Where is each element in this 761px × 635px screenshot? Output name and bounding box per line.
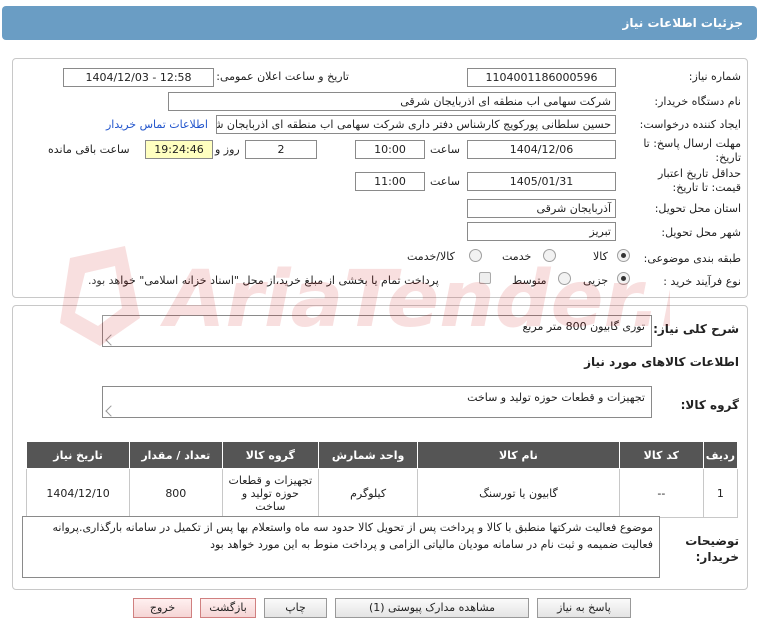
col-row: ردیف xyxy=(702,441,739,469)
summary-label: شرح کلی نیاز: xyxy=(653,322,739,336)
goods-group-label: گروه کالا: xyxy=(680,398,739,412)
table-row[interactable]: 1 -- گابیون یا تورسنگ کیلوگرم تجهیزات و … xyxy=(25,468,739,518)
treasury-payment-checkbox[interactable] xyxy=(479,272,491,284)
col-name: نام کالا xyxy=(417,441,620,469)
days-label: روز و xyxy=(215,143,240,156)
announce-field[interactable]: 1404/12/03 - 12:58 xyxy=(63,68,214,87)
page-title: جزئیات اطلاعات نیاز xyxy=(622,16,743,30)
goods-group-textarea[interactable]: تجهیزات و قطعات حوزه تولید و ساخت xyxy=(102,386,652,418)
validity-label: حداقل تاریخ اعتبار قیمت: تا تاریخ: xyxy=(658,167,741,195)
cell-group: تجهیزات و قطعات حوزه تولید و ساخت xyxy=(221,468,320,518)
need-number-field[interactable]: 1104001186000596 xyxy=(467,68,616,87)
announce-label: تاریخ و ساعت اعلان عمومی: xyxy=(216,70,349,83)
deadline-label-line1: مهلت ارسال پاسخ: تا xyxy=(643,137,741,150)
process-label: نوع فرآیند خرید : xyxy=(663,275,741,288)
category-option-service: خدمت xyxy=(502,250,532,263)
category-radio-goods[interactable] xyxy=(617,249,630,262)
print-button[interactable]: چاپ xyxy=(264,598,327,618)
summary-textarea[interactable]: توری گابیون 800 متر مربع xyxy=(102,315,652,347)
need-number-label: شماره نیاز: xyxy=(688,70,741,83)
process-option-medium: متوسط xyxy=(512,274,547,287)
contact-buyer-link[interactable]: اطلاعات تماس خریدار xyxy=(106,118,208,131)
notes-textarea[interactable]: موضوع فعالیت شرکتها منطبق با کالا و پردا… xyxy=(22,516,660,578)
notes-label-line1: توضیحات xyxy=(685,534,739,548)
city-field[interactable]: تبریز xyxy=(467,222,616,241)
remaining-time-field: 19:24:46 xyxy=(145,140,213,159)
cell-unit: کیلوگرم xyxy=(318,468,418,518)
process-option-minor: جزیی xyxy=(583,274,609,287)
province-label: استان محل تحویل: xyxy=(654,202,741,215)
creator-field[interactable]: حسین سلطانی پورکویج کارشناس دفتر داری شر… xyxy=(216,115,616,134)
col-unit: واحد شمارش xyxy=(318,441,418,469)
deadline-date-field[interactable]: 1404/12/06 xyxy=(467,140,616,159)
goods-table: ردیف کد کالا نام کالا واحد شمارش گروه کا… xyxy=(25,441,739,518)
process-radio-minor[interactable] xyxy=(617,272,630,285)
remaining-label: ساعت باقی مانده xyxy=(48,143,130,156)
exit-button[interactable]: خروج xyxy=(133,598,192,618)
province-field[interactable]: آذربایجان شرقی xyxy=(467,199,616,218)
validity-label-line2: قیمت: تا تاریخ: xyxy=(672,181,741,194)
notes-label-line2: خریدار: xyxy=(695,550,739,564)
goods-table-header: ردیف کد کالا نام کالا واحد شمارش گروه کا… xyxy=(25,441,739,469)
summary-text: توری گابیون 800 متر مربع xyxy=(522,320,645,333)
col-qty: تعداد / مقدار xyxy=(129,441,223,469)
cell-qty: 800 xyxy=(129,468,223,518)
validity-label-line1: حداقل تاریخ اعتبار xyxy=(657,167,741,180)
validity-hour-label: ساعت xyxy=(430,175,460,188)
deadline-time-field[interactable]: 10:00 xyxy=(355,140,425,159)
reply-button[interactable]: پاسخ به نیاز xyxy=(537,598,631,618)
buyer-org-label: نام دستگاه خریدار: xyxy=(654,95,741,108)
category-radio-service[interactable] xyxy=(543,249,556,262)
buyer-org-field[interactable]: شرکت سهامی اب منطقه ای اذربایجان شرقی xyxy=(168,92,616,111)
goods-group-text: تجهیزات و قطعات حوزه تولید و ساخت xyxy=(467,391,645,404)
validity-time-field[interactable]: 11:00 xyxy=(355,172,425,191)
col-group: گروه کالا xyxy=(221,441,320,469)
col-date: تاریخ نیاز xyxy=(25,441,131,469)
category-option-goods: کالا xyxy=(593,250,608,263)
deadline-label-line2: تاریخ: xyxy=(715,151,741,164)
days-field[interactable]: 2 xyxy=(245,140,317,159)
cell-code: -- xyxy=(618,468,704,518)
creator-label: ایجاد کننده درخواست: xyxy=(639,118,741,131)
category-option-goods-service: کالا/خدمت xyxy=(407,250,455,263)
back-button[interactable]: بازگشت xyxy=(200,598,256,618)
category-radio-goods-service[interactable] xyxy=(469,249,482,262)
notes-label: توضیحات خریدار: xyxy=(685,533,739,565)
goods-section-title: اطلاعات کالاهای مورد نیاز xyxy=(584,355,739,369)
deadline-label: مهلت ارسال پاسخ: تا تاریخ: xyxy=(643,137,741,165)
col-code: کد کالا xyxy=(618,441,704,469)
cell-name: گابیون یا تورسنگ xyxy=(417,468,620,518)
treasury-payment-note: پرداخت تمام یا بخشی از مبلغ خرید،از محل … xyxy=(88,274,439,287)
cell-row: 1 xyxy=(702,468,739,518)
deadline-hour-label: ساعت xyxy=(430,143,460,156)
city-label: شهر محل تحویل: xyxy=(661,226,741,239)
attachments-button[interactable]: مشاهده مدارک پیوستی (1) xyxy=(335,598,529,618)
cell-date: 1404/12/10 xyxy=(25,468,131,518)
category-label: طبقه بندی موضوعی: xyxy=(643,252,741,265)
validity-date-field[interactable]: 1405/01/31 xyxy=(467,172,616,191)
process-radio-medium[interactable] xyxy=(558,272,571,285)
notes-text: موضوع فعالیت شرکتها منطبق با کالا و پردا… xyxy=(52,521,653,551)
